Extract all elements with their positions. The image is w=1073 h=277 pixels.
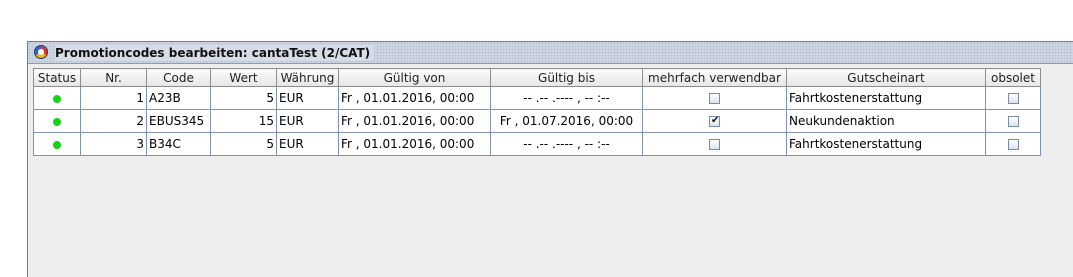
status-cell [33, 109, 81, 133]
column-header-obsolet[interactable]: obsolet [985, 68, 1041, 87]
mehrfach-cell [642, 86, 787, 110]
table-header-row: Status Nr. Code Wert Währung Gültig von … [33, 68, 1041, 87]
column-header-gueltig-bis[interactable]: Gültig bis [490, 68, 643, 87]
column-header-code[interactable]: Code [146, 68, 211, 87]
column-header-nr[interactable]: Nr. [80, 68, 147, 87]
obsolet-checkbox[interactable] [1007, 93, 1019, 104]
nr-cell[interactable]: 1 [80, 86, 147, 110]
promotioncodes-table: Status Nr. Code Wert Währung Gültig von … [33, 68, 1041, 156]
gueltig-von-cell[interactable]: Fr , 01.01.2016, 00:00 [338, 132, 491, 156]
column-header-mehrfach-verwendbar[interactable]: mehrfach verwendbar [642, 68, 787, 87]
mehrfach-checkbox[interactable] [709, 114, 720, 128]
gueltig-bis-cell[interactable]: -- .-- .---- , -- :-- [490, 86, 643, 110]
obsolet-checkbox[interactable] [1007, 139, 1019, 150]
mehrfach-checkbox[interactable] [709, 93, 720, 104]
status-indicator-icon [53, 94, 61, 103]
obsolet-cell [985, 132, 1041, 156]
code-cell[interactable]: A23B [146, 86, 211, 110]
obsolet-cell [985, 86, 1041, 110]
waehrung-cell[interactable]: EUR [276, 132, 339, 156]
gutscheinart-cell[interactable]: Neukundenaktion [786, 109, 986, 133]
gueltig-von-cell[interactable]: Fr , 01.01.2016, 00:00 [338, 86, 491, 110]
obsolet-checkbox[interactable] [1007, 116, 1019, 127]
column-header-waehrung[interactable]: Währung [276, 68, 339, 87]
app-logo-icon [34, 45, 48, 59]
waehrung-cell[interactable]: EUR [276, 86, 339, 110]
mehrfach-cell [642, 109, 787, 133]
window-titlebar[interactable]: Promotioncodes bearbeiten: cantaTest (2/… [28, 42, 1073, 64]
nr-cell[interactable]: 2 [80, 109, 147, 133]
status-indicator-icon [53, 117, 61, 126]
table-row[interactable]: 1 A23B 5 EUR Fr , 01.01.2016, 00:00 -- .… [33, 86, 1041, 110]
gueltig-von-cell[interactable]: Fr , 01.01.2016, 00:00 [338, 109, 491, 133]
code-cell[interactable]: EBUS345 [146, 109, 211, 133]
column-header-status[interactable]: Status [33, 68, 81, 87]
column-header-gueltig-von[interactable]: Gültig von [338, 68, 491, 87]
wert-cell[interactable]: 15 [210, 109, 277, 133]
status-indicator-icon [53, 140, 61, 149]
waehrung-cell[interactable]: EUR [276, 109, 339, 133]
column-header-wert[interactable]: Wert [210, 68, 277, 87]
code-cell[interactable]: B34C [146, 132, 211, 156]
gutscheinart-cell[interactable]: Fahrtkostenerstattung [786, 132, 986, 156]
column-header-gutscheinart[interactable]: Gutscheinart [786, 68, 986, 87]
table-row[interactable]: 3 B34C 5 EUR Fr , 01.01.2016, 00:00 -- .… [33, 132, 1041, 156]
nr-cell[interactable]: 3 [80, 132, 147, 156]
gueltig-bis-cell[interactable]: -- .-- .---- , -- :-- [490, 132, 643, 156]
gutscheinart-cell[interactable]: Fahrtkostenerstattung [786, 86, 986, 110]
mehrfach-cell [642, 132, 787, 156]
status-cell [33, 86, 81, 110]
table-row[interactable]: 2 EBUS345 15 EUR Fr , 01.01.2016, 00:00 … [33, 109, 1041, 133]
promotioncodes-window: Promotioncodes bearbeiten: cantaTest (2/… [27, 41, 1073, 277]
window-title: Promotioncodes bearbeiten: cantaTest (2/… [55, 45, 375, 61]
wert-cell[interactable]: 5 [210, 86, 277, 110]
status-cell [33, 132, 81, 156]
mehrfach-checkbox[interactable] [709, 139, 720, 150]
obsolet-cell [985, 109, 1041, 133]
wert-cell[interactable]: 5 [210, 132, 277, 156]
gueltig-bis-cell[interactable]: Fr , 01.07.2016, 00:00 [490, 109, 643, 133]
